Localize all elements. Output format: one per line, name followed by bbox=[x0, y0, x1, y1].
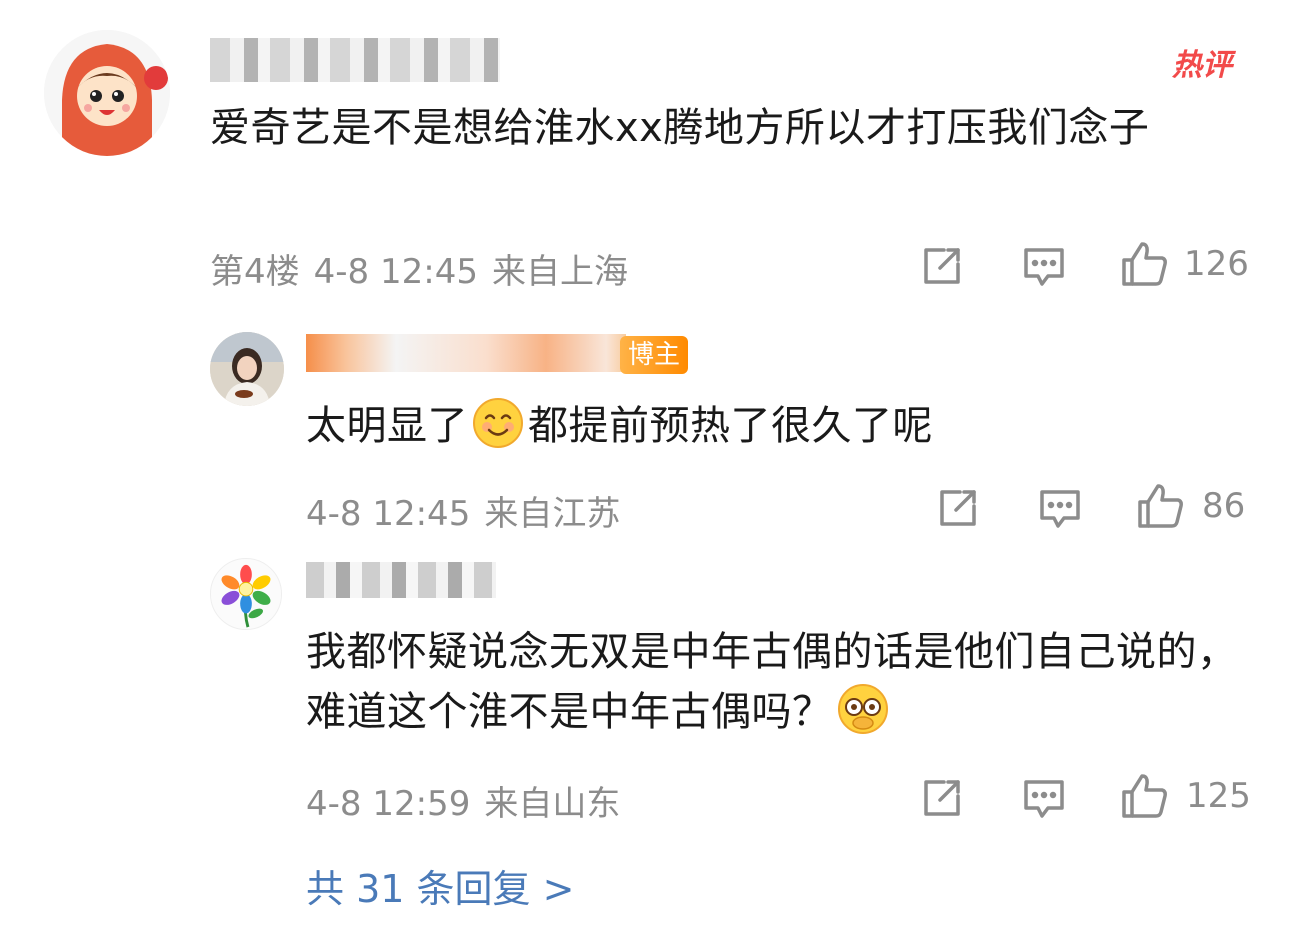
comment-bubble-icon bbox=[1024, 248, 1064, 286]
like-count: 125 bbox=[1186, 776, 1251, 816]
flower-avatar-icon bbox=[211, 559, 281, 629]
comment-bubble-icon bbox=[1040, 490, 1080, 528]
like-button[interactable] bbox=[1120, 772, 1168, 820]
repost-icon bbox=[940, 490, 976, 526]
reply-text: 我都怀疑说念无双是中年古偶的话是他们自己说的，难道这个淮不是中年古偶吗？ bbox=[306, 622, 1256, 752]
reply-location: 来自江苏 bbox=[484, 494, 621, 534]
reply-time: 4-8 12:45 bbox=[306, 494, 471, 534]
comment-location: 来自上海 bbox=[491, 252, 628, 292]
like-count: 126 bbox=[1184, 244, 1249, 284]
comment-avatar[interactable] bbox=[44, 30, 170, 156]
reply-text-after: 都提前预热了很久了呢 bbox=[528, 403, 933, 449]
more-replies-link[interactable]: 共 31 条回复 > bbox=[306, 858, 574, 913]
covering-face-emoji-icon bbox=[837, 683, 889, 752]
reply-button[interactable] bbox=[1036, 484, 1084, 532]
thumbs-up-icon bbox=[1122, 242, 1167, 286]
hot-comment-tag: 热评 bbox=[1172, 48, 1232, 83]
repost-button[interactable] bbox=[918, 774, 966, 822]
reply-avatar[interactable] bbox=[210, 558, 282, 630]
comment-bubble-icon bbox=[1024, 780, 1064, 818]
repost-icon bbox=[924, 780, 960, 816]
reply-location: 来自山东 bbox=[484, 784, 621, 824]
reply-meta: 4-8 12:59 来自山东 bbox=[306, 776, 634, 825]
like-count: 86 bbox=[1202, 486, 1246, 526]
comment-meta: 第4楼 4-8 12:45 来自上海 bbox=[210, 244, 642, 293]
comment-time: 4-8 12:45 bbox=[313, 252, 478, 292]
blogger-badge: 博主 bbox=[620, 336, 689, 374]
comment-floor: 第4楼 bbox=[210, 252, 300, 292]
user-photo-avatar-icon bbox=[210, 332, 284, 406]
like-button[interactable] bbox=[1136, 482, 1184, 530]
comment-text: 爱奇艺是不是想给淮水xx腾地方所以才打压我们念子 bbox=[210, 105, 1150, 151]
repost-button[interactable] bbox=[934, 484, 982, 532]
thumbs-up-icon bbox=[1138, 484, 1183, 528]
reply-meta: 4-8 12:45 来自江苏 bbox=[306, 486, 634, 535]
reply-time: 4-8 12:59 bbox=[306, 784, 471, 824]
reply-text-before: 太明显了 bbox=[306, 403, 468, 449]
smile-emoji-icon bbox=[472, 397, 524, 466]
reply-button[interactable] bbox=[1020, 242, 1068, 290]
reply-text-content: 我都怀疑说念无双是中年古偶的话是他们自己说的，难道这个淮不是中年古偶吗？ bbox=[306, 629, 1238, 735]
repost-icon bbox=[924, 248, 960, 284]
reply-avatar[interactable] bbox=[210, 332, 284, 406]
like-button[interactable] bbox=[1120, 240, 1168, 288]
red-riding-hood-avatar-icon bbox=[44, 30, 170, 156]
thumbs-up-icon bbox=[1122, 774, 1167, 818]
reply-text: 太明显了 都提前预热了很久了呢 bbox=[306, 396, 1206, 466]
repost-button[interactable] bbox=[918, 242, 966, 290]
reply-button[interactable] bbox=[1020, 774, 1068, 822]
